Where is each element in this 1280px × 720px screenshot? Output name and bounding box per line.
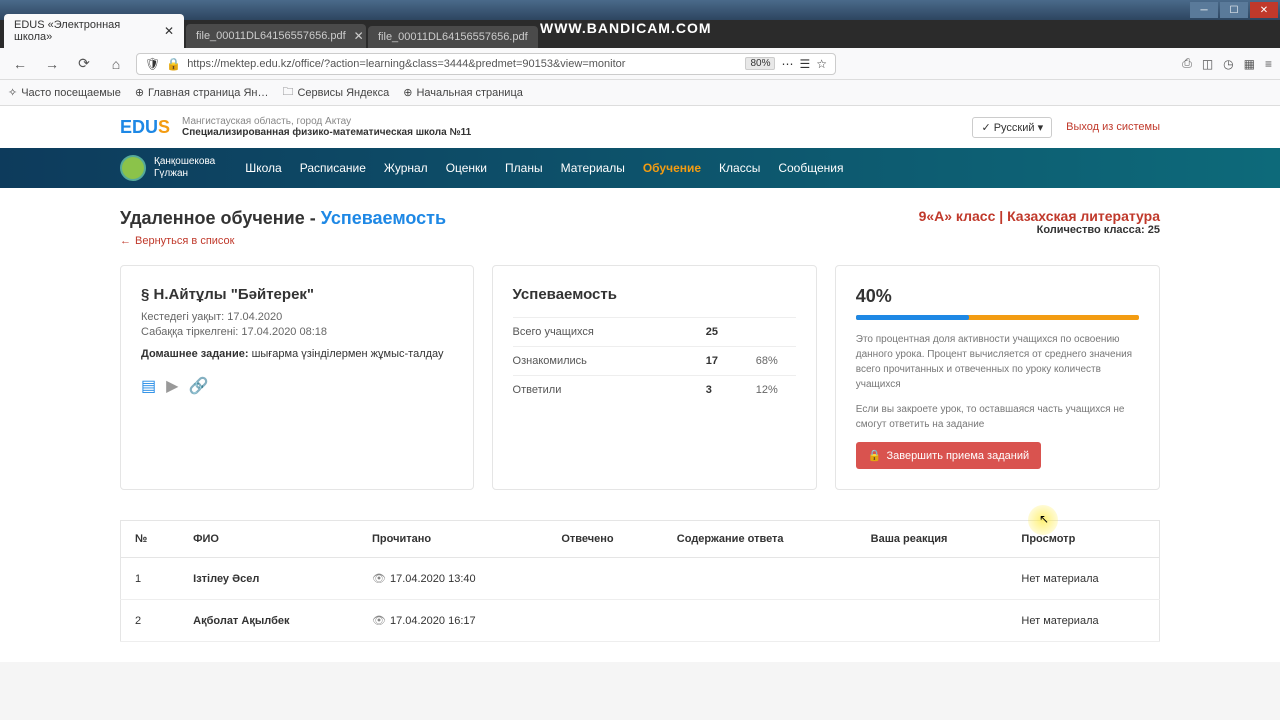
video-icon[interactable]: ▶ [166,376,178,396]
class-info: 9«А» класс | Казахская литература [919,208,1160,224]
nav-links: Школа Расписание Журнал Оценки Планы Материал… [245,161,843,175]
bookmark-star-icon[interactable]: ☆ [816,57,827,71]
browser-tab[interactable]: file_00011DL64156557656.pdf [368,26,538,48]
url-text: https://mektep.edu.kz/office/?action=lea… [187,58,739,70]
table-header: Прочитано [358,521,547,558]
nav-link[interactable]: Классы [719,161,760,175]
nav-link[interactable]: Школа [245,161,281,175]
bookmark-item[interactable]: ⊕Начальная страница [403,86,523,99]
tab-title: file_00011DL64156557656.pdf [378,31,528,43]
globe-icon: ⊕ [403,86,412,99]
shield-icon: 🛡 [145,57,160,71]
lesson-card: § Н.Айтұлы "Бәйтерек" Кестедегі уақыт: 1… [120,265,474,490]
bookmarks-bar: ✧Часто посещаемые ⊕Главная страница Ян… … [0,80,1280,106]
bookmark-item[interactable]: 🗀Сервисы Яндекса [282,83,389,102]
stat-row: Ознакомились1768% [513,346,796,375]
more-icon[interactable]: ⋯ [781,57,793,71]
window-titlebar: ─ ☐ ✕ [0,0,1280,20]
lesson-time: Кестедегі уақыт: 17.04.2020 [141,311,453,323]
lesson-registered: Сабаққа тіркелгені: 17.04.2020 08:18 [141,326,453,338]
bookmark-item[interactable]: ⊕Главная страница Ян… [135,86,269,99]
table-header: Ваша реакция [857,521,1008,558]
bookmark-item[interactable]: ✧Часто посещаемые [8,86,121,99]
reader-icon[interactable]: ☰ [799,57,810,71]
stat-row: Всего учащихся25 [513,317,796,346]
lock-icon: 🔒 [868,449,882,462]
tab-title: file_00011DL64156557656.pdf [196,30,346,42]
nav-link[interactable]: Материалы [561,161,625,175]
globe-icon: ⊕ [135,86,144,99]
nav-link[interactable]: Планы [505,161,543,175]
nav-link[interactable]: Обучение [643,161,701,175]
star-icon: ✧ [8,86,17,99]
stat-row: Ответили312% [513,375,796,404]
account-icon[interactable]: ◷ [1223,57,1233,71]
sidebar-icon[interactable]: ◫ [1202,57,1213,71]
back-button[interactable]: ← [8,52,32,76]
user-badge[interactable]: ҚанқошековаГүлжан [120,155,215,181]
nav-link[interactable]: Журнал [384,161,428,175]
nav-link[interactable]: Оценки [446,161,487,175]
table-row: 1Ізтілеу Әсел👁17.04.2020 13:40Нет матери… [121,558,1160,600]
table-header: Содержание ответа [663,521,857,558]
students-table: №ФИОПрочитаноОтвеченоСодержание ответаВа… [120,520,1160,642]
url-bar[interactable]: 🛡 🔒 https://mektep.edu.kz/office/?action… [136,53,836,75]
progress-card: 40% Это процентная доля активности учащи… [835,265,1160,490]
table-header: Отвечено [547,521,662,558]
lesson-title: § Н.Айтұлы "Бәйтерек" [141,286,453,303]
browser-tab[interactable]: EDUS «Электронная школа» ✕ [4,14,184,48]
homework: Домашнее задание: шығарма үзінділермен ж… [141,348,453,360]
zoom-level[interactable]: 80% [745,57,775,70]
region-label: Мангистауская область, город Актау [182,116,471,127]
lock-icon: 🔒 [166,57,181,71]
reload-button[interactable]: ⟳ [72,52,96,76]
progress-desc: Это процентная доля активности учащихся … [856,332,1139,392]
window-minimize[interactable]: ─ [1190,2,1218,18]
back-link[interactable]: ← Вернуться в список [120,235,234,247]
forward-button[interactable]: → [40,52,64,76]
logo[interactable]: EDUS [120,117,170,138]
browser-toolbar: ← → ⟳ ⌂ 🛡 🔒 https://mektep.edu.kz/office… [0,48,1280,80]
table-header: Просмотр [1007,521,1159,558]
site-header: EDUS Мангистауская область, город Актау … [120,106,1160,148]
close-lesson-button[interactable]: 🔒Завершить приема заданий [856,442,1041,469]
close-icon[interactable]: ✕ [164,24,174,38]
home-button[interactable]: ⌂ [104,52,128,76]
navbar: ҚанқошековаГүлжан Школа Расписание Журнал О… [0,148,1280,188]
watermark: WWW.BANDICAM.COM [540,20,712,36]
language-select[interactable]: ✓ Русский ▾ [972,117,1052,138]
nav-link[interactable]: Расписание [300,161,366,175]
logout-link[interactable]: Выход из системы [1066,121,1160,133]
addon-icon[interactable]: ▦ [1244,57,1255,71]
folder-icon: 🗀 [282,83,293,102]
close-icon[interactable]: ✕ [354,29,364,43]
table-header: № [121,521,180,558]
progress-pct: 40% [856,286,1139,307]
window-maximize[interactable]: ☐ [1220,2,1248,18]
stats-title: Успеваемость [513,286,796,303]
class-count: Количество класса: 25 [919,224,1160,236]
progress-desc2: Если вы закроете урок, то оставшаяся час… [856,402,1139,432]
progress-bar [856,315,1139,320]
menu-icon[interactable]: ≡ [1265,57,1272,71]
stats-card: Успеваемость Всего учащихся25Ознакомилис… [492,265,817,490]
window-close[interactable]: ✕ [1250,2,1278,18]
school-name: Специализированная физико-математическая… [182,127,471,138]
tab-title: EDUS «Электронная школа» [14,19,156,43]
avatar [120,155,146,181]
library-icon[interactable]: ⎙ [1182,56,1192,71]
table-header: ФИО [179,521,358,558]
nav-link[interactable]: Сообщения [778,161,843,175]
document-icon[interactable]: ▤ [141,376,156,396]
link-icon[interactable]: 🔗 [188,376,208,396]
browser-tab[interactable]: file_00011DL64156557656.pdf ✕ [186,24,366,48]
table-row: 2Ақболат Ақылбек👁17.04.2020 16:17Нет мат… [121,600,1160,642]
